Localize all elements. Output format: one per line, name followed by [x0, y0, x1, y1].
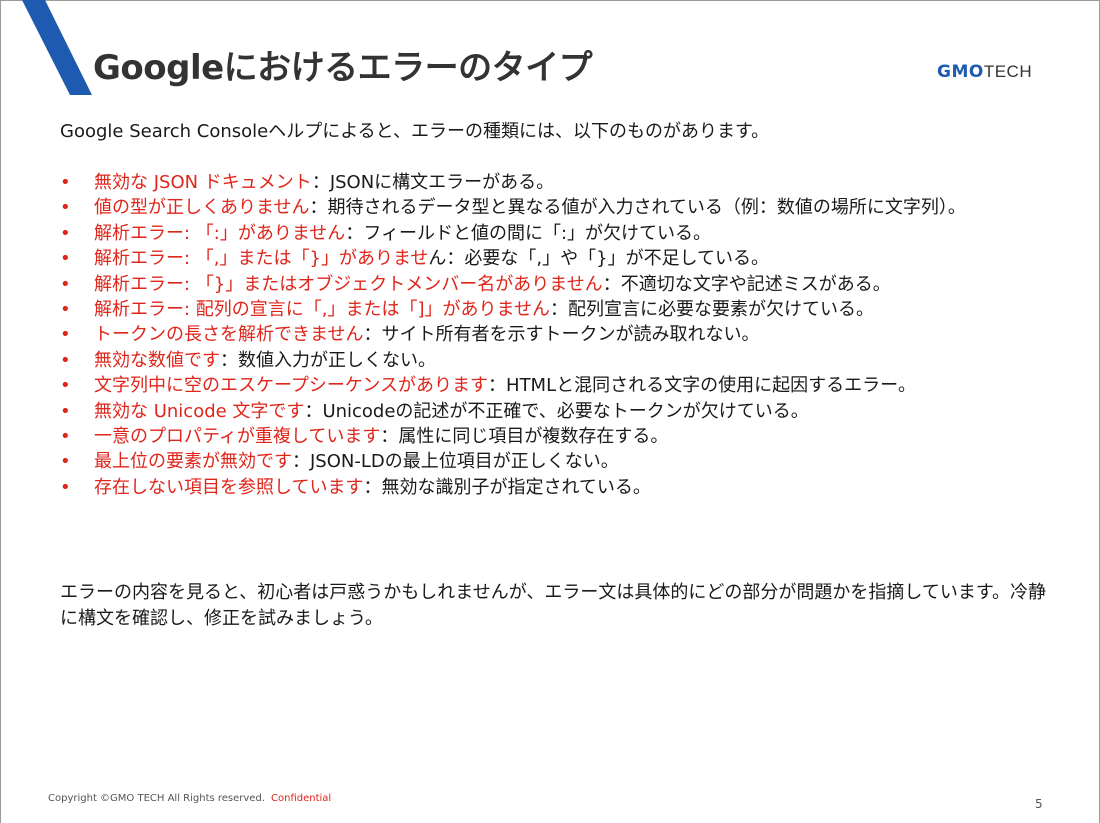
bullet-icon: • [60, 172, 71, 193]
error-name: 解析エラー: 「,」または「}」がありませ [94, 248, 429, 270]
error-name: 文字列中に空のエスケープシーケンスがあります [94, 375, 489, 397]
list-item: • 値の型が正しくありません：期待されるデータ型と異なる値が入力されている（例：数… [60, 195, 1050, 220]
error-description: JSONに構文エラーがある。 [329, 172, 555, 193]
page-number: 5 [1035, 797, 1043, 811]
list-item: • 最上位の要素が無効です：JSON-LDの最上位項目が正しくない。 [60, 449, 1050, 474]
list-item: • 存在しない項目を参照しています：無効な識別子が指定されている。 [60, 475, 1050, 500]
error-description: 数値入力が正しくない。 [238, 349, 436, 371]
list-item: • 解析エラー: 「}」またはオブジェクトメンバー名がありません：不適切な文字や記… [60, 272, 1050, 297]
list-item: • トークンの長さを解析できません：サイト所有者を示すトークンが読み取れない。 [60, 322, 1050, 347]
slide-title: Googleにおけるエラーのタイプ [93, 48, 593, 88]
error-type-list: • 無効な JSON ドキュメント：JSONに構文エラーがある。 • 値の型が正しく… [60, 170, 1050, 500]
bullet-icon: • [60, 400, 71, 422]
separator: ： [311, 172, 330, 193]
error-name: 無効な数値です [94, 349, 220, 371]
error-name: 存在しない項目を参照しています [94, 476, 364, 498]
separator: ： [220, 349, 238, 371]
separator: ： [488, 375, 507, 397]
separator: ： [550, 299, 568, 321]
separator: ： [345, 222, 364, 244]
separator: ： [363, 476, 382, 498]
bullet-icon: • [60, 324, 71, 346]
separator: ： [602, 273, 621, 295]
separator: ： [292, 451, 310, 473]
bullet-icon: • [60, 197, 71, 219]
confidential-label: Confidential [271, 793, 332, 804]
error-description: 無効な識別子が指定されている。 [381, 476, 651, 498]
copyright-text: Copyright ©GMO TECH All Rights reserved. [48, 793, 265, 804]
bullet-icon: • [60, 451, 71, 473]
gmo-tech-logo: GMOTECH [937, 62, 1032, 82]
error-name: 最上位の要素が無効です [94, 451, 292, 473]
footer: Copyright ©GMO TECH All Rights reserved.… [48, 793, 331, 804]
error-name: 解析エラー: 「}」またはオブジェクトメンバー名がありません [94, 273, 603, 295]
error-name: 解析エラー: 配列の宣言に「,」または「]」がありません [94, 299, 550, 321]
separator: ： [363, 324, 382, 346]
error-name: 無効な JSON ドキュメント [94, 172, 312, 193]
error-name: 無効な Unicode 文字です [94, 400, 305, 422]
error-name: 一意のプロパティが重複しています [94, 426, 381, 448]
intro-paragraph: Google Search Consoleヘルプによると、エラーの種類には、以下… [60, 121, 770, 142]
error-description: サイト所有者を示すトークンが読み取れない。 [381, 324, 760, 346]
error-description: 不適切な文字や記述ミスがある。 [620, 273, 891, 295]
error-name: 値の型が正しくありません [94, 197, 310, 219]
error-description: ん：必要な「,」や「}」が不足している。 [428, 248, 770, 270]
error-description: 属性に同じ項目が複数存在する。 [398, 426, 669, 448]
logo-gmo-text: GMO [937, 62, 984, 82]
list-item: • 無効な JSON ドキュメント：JSONに構文エラーがある。 [60, 170, 1050, 195]
closing-paragraph: エラーの内容を見ると、初心者は戸惑うかもしれませんが、エラー文は具体的にどの部分… [60, 582, 1047, 629]
list-item: • 解析エラー: 「:」がありません：フィールドと値の間に「:」が欠けている。 [60, 221, 1050, 246]
error-description: フィールドと値の間に「:」が欠けている。 [363, 222, 712, 244]
error-name: 解析エラー: 「:」がありません [94, 222, 346, 244]
bullet-icon: • [60, 426, 71, 448]
bullet-icon: • [60, 222, 71, 244]
error-name: トークンの長さを解析できません [94, 324, 364, 346]
separator: ： [309, 197, 328, 219]
bullet-icon: • [60, 375, 71, 397]
list-item: • 無効な Unicode 文字です：Unicodeの記述が不正確で、必要なトーク… [60, 399, 1050, 424]
bullet-icon: • [60, 349, 71, 371]
slide-border-left [0, 0, 1, 823]
list-item: • 無効な数値です：数値入力が正しくない。 [60, 348, 1050, 373]
separator: ： [304, 400, 323, 422]
logo-tech-text: TECH [983, 62, 1033, 81]
error-description: 期待されるデータ型と異なる値が入力されている（例：数値の場所に文字列）。 [327, 197, 966, 219]
list-item: • 文字列中に空のエスケープシーケンスがあります：HTMLと混同される文字の使用に… [60, 373, 1050, 398]
list-item: • 解析エラー: 配列の宣言に「,」または「]」がありません：配列宣言に必要な要素… [60, 297, 1050, 322]
error-description: 配列宣言に必要な要素が欠けている。 [568, 299, 874, 321]
error-description: HTMLと混同される文字の使用に起因するエラー。 [506, 375, 916, 397]
error-description: JSON-LDの最上位項目が正しくない。 [310, 451, 619, 473]
list-item: • 解析エラー: 「,」または「}」がありません：必要な「,」や「}」が不足してい… [60, 246, 1050, 271]
separator: ： [380, 426, 399, 448]
bullet-icon: • [60, 248, 71, 270]
list-item: • 一意のプロパティが重複しています：属性に同じ項目が複数存在する。 [60, 424, 1050, 449]
slide-border-top [0, 0, 1100, 1]
title-accent-stripe [22, 0, 92, 95]
bullet-icon: • [60, 299, 71, 321]
bullet-icon: • [60, 273, 71, 295]
error-description: Unicodeの記述が不正確で、必要なトークンが欠けている。 [322, 400, 809, 422]
bullet-icon: • [60, 476, 71, 498]
